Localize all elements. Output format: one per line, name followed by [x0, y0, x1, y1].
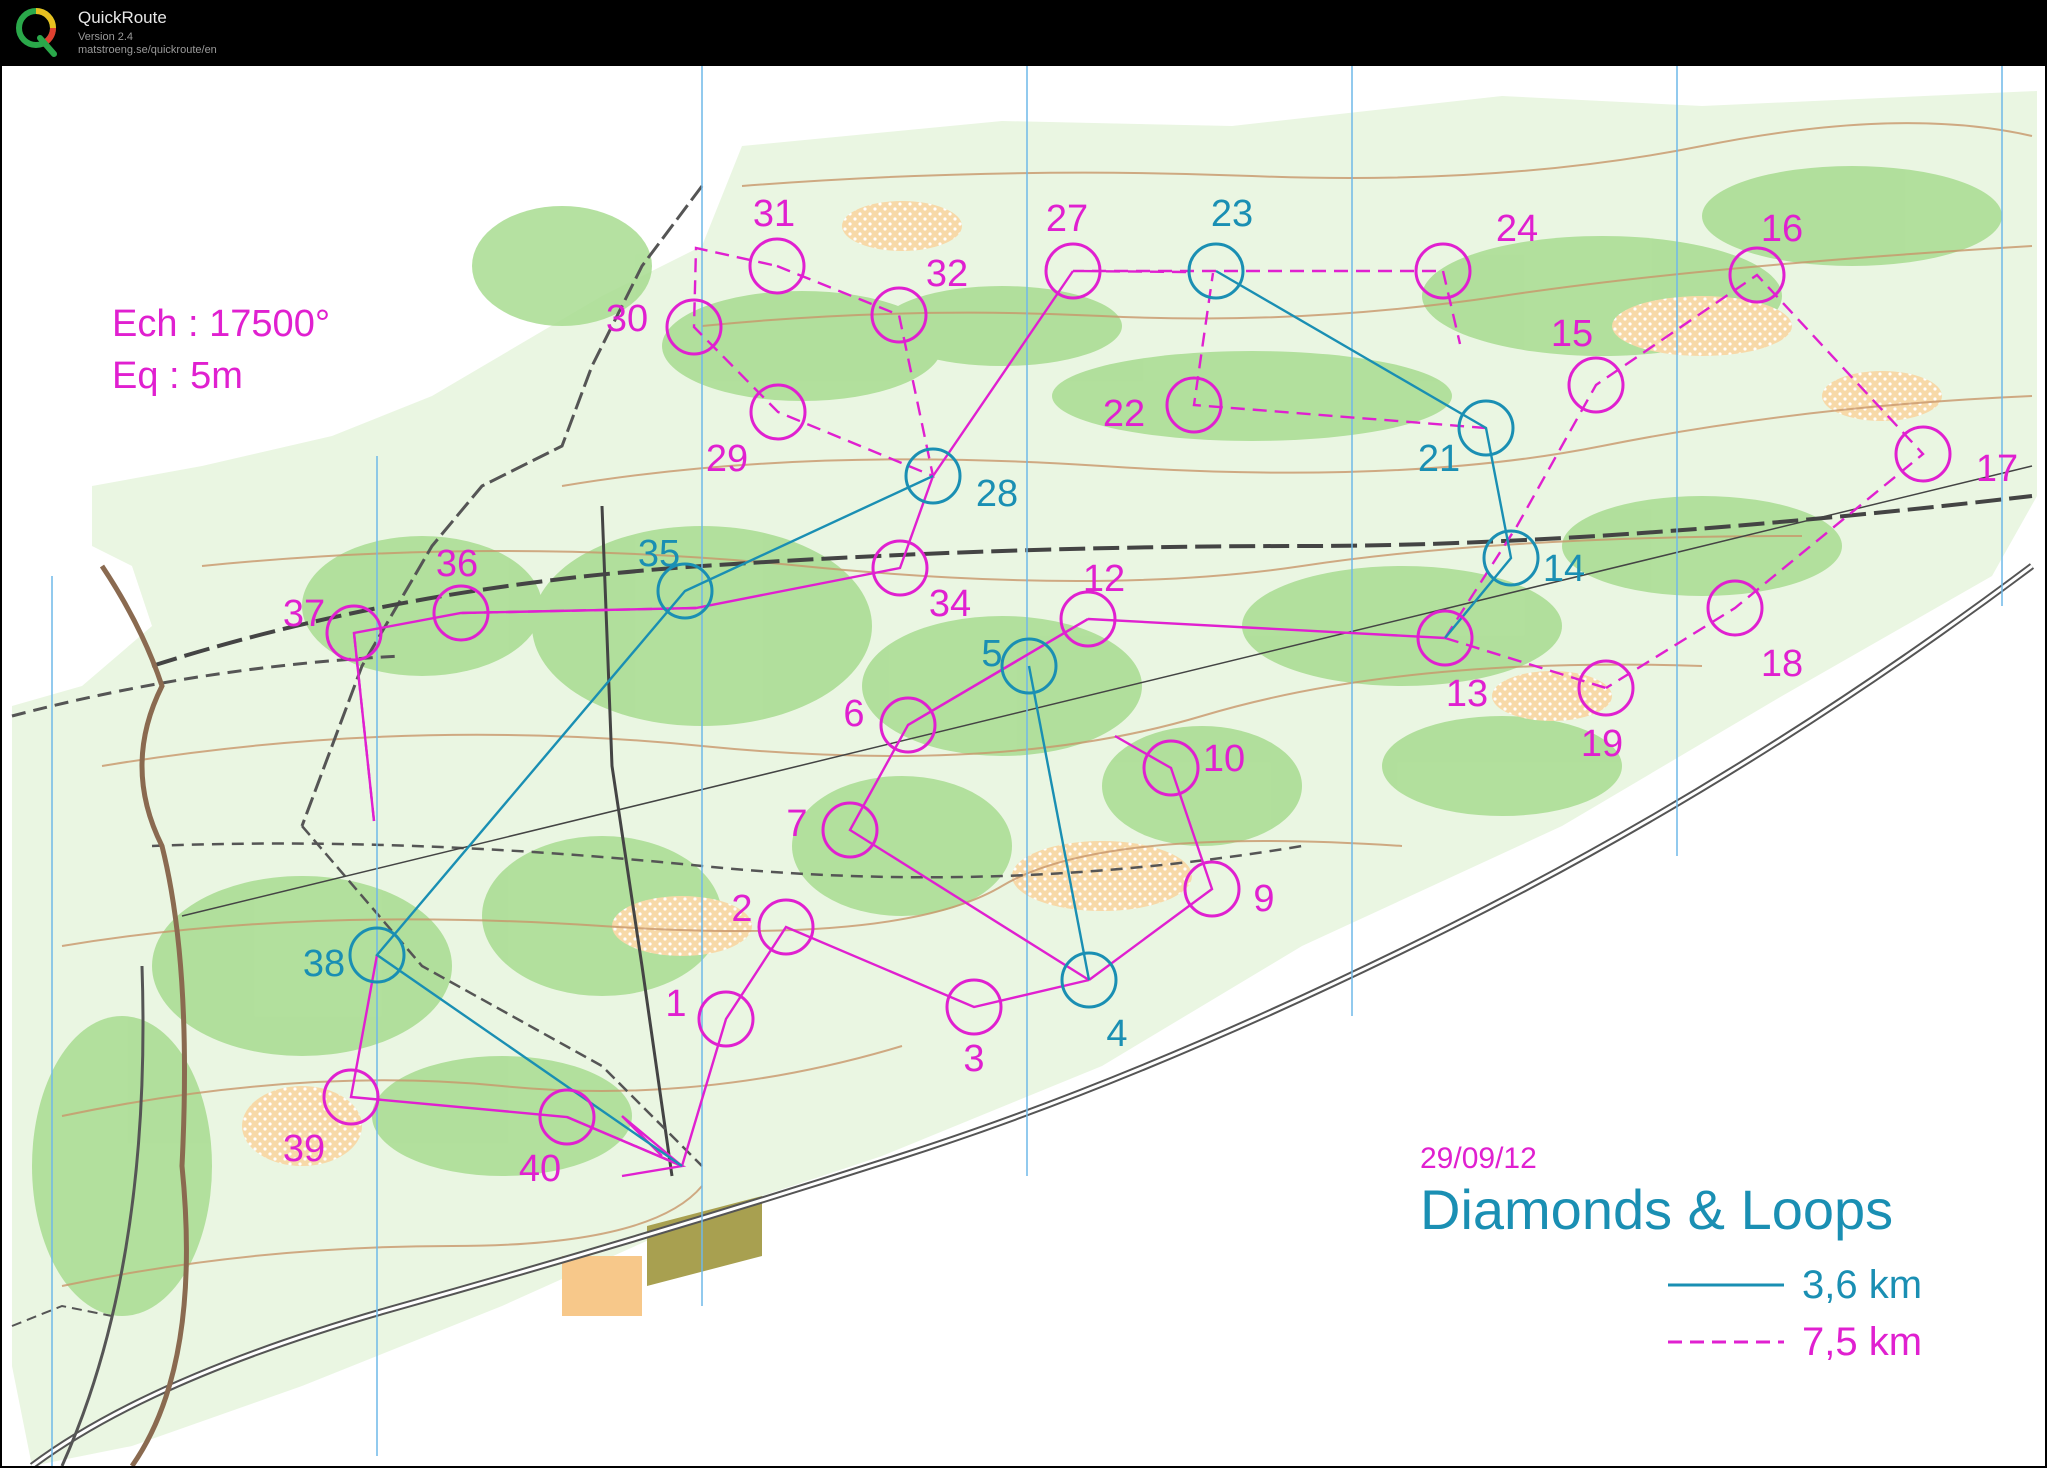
legend-short-label: 3,6 km	[1802, 1263, 1922, 1307]
control-number: 12	[1083, 558, 1125, 600]
app-version: Version 2.4	[78, 31, 134, 43]
control-number: 18	[1761, 643, 1803, 685]
control-number: 19	[1581, 723, 1623, 765]
control-number: 39	[283, 1128, 325, 1170]
control-number: 7	[786, 803, 807, 845]
control-number: 37	[283, 593, 325, 635]
control-number: 3	[963, 1038, 984, 1080]
map-title: Diamonds & Loops	[1420, 1178, 1893, 1241]
equidistance-label: Eq : 5m	[112, 355, 243, 397]
control-number: 22	[1103, 393, 1145, 435]
control-number: 10	[1203, 738, 1245, 780]
control-number: 32	[926, 253, 968, 295]
control-number: 6	[843, 693, 864, 735]
app-name: QuickRoute	[78, 8, 167, 27]
control-number: 5	[981, 633, 1002, 675]
legend-long-label: 7,5 km	[1802, 1320, 1922, 1364]
control-number: 14	[1543, 548, 1585, 590]
control-number: 9	[1253, 878, 1274, 920]
scale-label: Ech : 17500°	[112, 303, 330, 345]
map-date: 29/09/12	[1420, 1142, 1537, 1175]
control-number: 24	[1496, 208, 1538, 250]
control-number: 27	[1046, 198, 1088, 240]
control-number: 40	[519, 1148, 561, 1190]
orienteering-map[interactable]: 1 2 3 4 5 6 7 9 10 12 13 14 15 16 17 18 19 21 22 23 24 27 28 29…	[2, 66, 2045, 1466]
quickroute-logo-icon	[16, 8, 57, 57]
control-number: 21	[1418, 438, 1460, 480]
control-number: 38	[303, 943, 345, 985]
control-number: 29	[706, 438, 748, 480]
course-legend: 3,6 km 7,5 km	[1668, 1263, 1922, 1364]
control-number: 36	[436, 543, 478, 585]
control-number: 13	[1446, 673, 1488, 715]
control-number: 30	[606, 298, 648, 340]
control-number: 2	[731, 888, 752, 930]
control-number: 31	[753, 193, 795, 235]
app-titlebar: QuickRoute Version 2.4 matstroeng.se/qui…	[0, 0, 2047, 64]
app-url: matstroeng.se/quickroute/en	[78, 44, 217, 56]
control-number: 34	[929, 583, 971, 625]
control-number: 1	[665, 983, 686, 1025]
control-number: 4	[1106, 1013, 1127, 1055]
control-number: 16	[1761, 208, 1803, 250]
map-canvas[interactable]: 12345679101213141516171819212223 24272829…	[2, 66, 2045, 1466]
control-number: 15	[1551, 313, 1593, 355]
control-number: 17	[1976, 448, 2018, 490]
control-number: 35	[638, 533, 680, 575]
control-number: 23	[1211, 193, 1253, 235]
control-number: 28	[976, 473, 1018, 515]
